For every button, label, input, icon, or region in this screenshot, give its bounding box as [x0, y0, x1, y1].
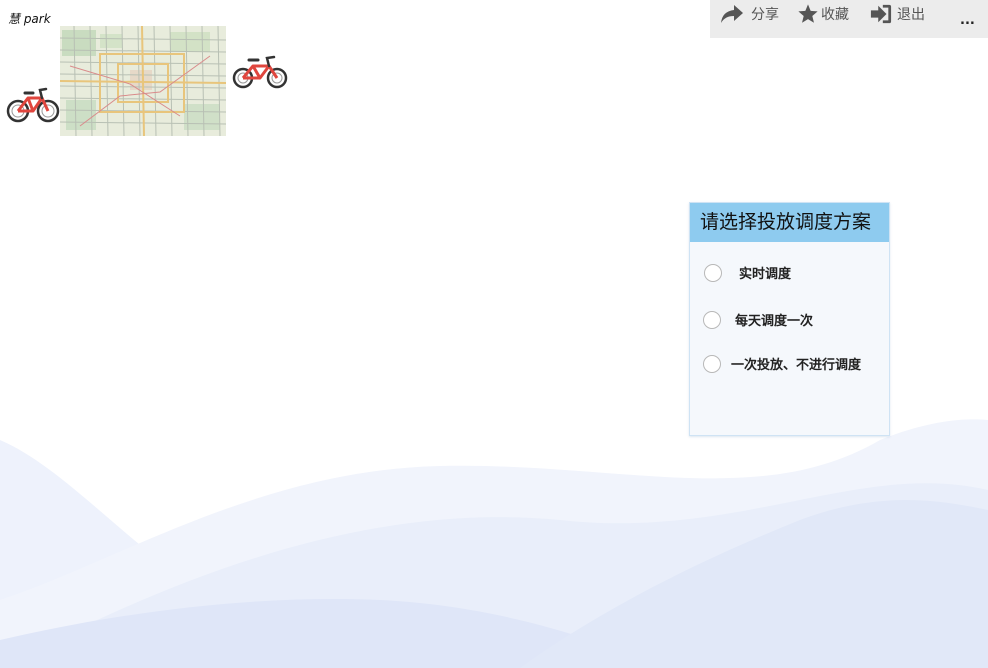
share-icon	[721, 5, 743, 23]
option-label: 每天调度一次	[735, 314, 814, 329]
option-daily-dispatch[interactable]: 每天调度一次	[703, 310, 813, 329]
more-menu-button[interactable]: ...	[960, 14, 975, 28]
favorite-button[interactable]: 收藏	[797, 2, 849, 26]
exit-label: 退出	[897, 7, 925, 23]
option-no-dispatch[interactable]: 一次投放、不进行调度	[703, 354, 861, 373]
bicycle-icon	[6, 87, 60, 123]
radio-button[interactable]	[704, 263, 722, 282]
option-realtime-dispatch[interactable]: 实时调度	[704, 263, 791, 282]
brand-logo: 慧 park	[8, 12, 51, 26]
panel-title: 请选择投放调度方案	[690, 203, 889, 242]
city-map-image	[60, 26, 226, 136]
exit-button[interactable]: 退出	[870, 2, 925, 26]
radio-button[interactable]	[703, 310, 721, 329]
option-label: 一次投放、不进行调度	[731, 358, 862, 373]
share-button[interactable]: 分享	[720, 2, 779, 26]
top-toolbar: 分享 收藏 退出 ...	[710, 0, 988, 38]
bicycle-icon	[232, 55, 288, 89]
sign-in-icon	[870, 4, 892, 24]
radio-button[interactable]	[703, 354, 721, 373]
dispatch-plan-panel: 请选择投放调度方案 实时调度 每天调度一次 一次投放、不进行调度	[689, 202, 890, 436]
star-icon	[798, 4, 818, 23]
share-label: 分享	[751, 7, 779, 23]
favorite-label: 收藏	[821, 7, 849, 23]
option-label: 实时调度	[739, 267, 792, 282]
